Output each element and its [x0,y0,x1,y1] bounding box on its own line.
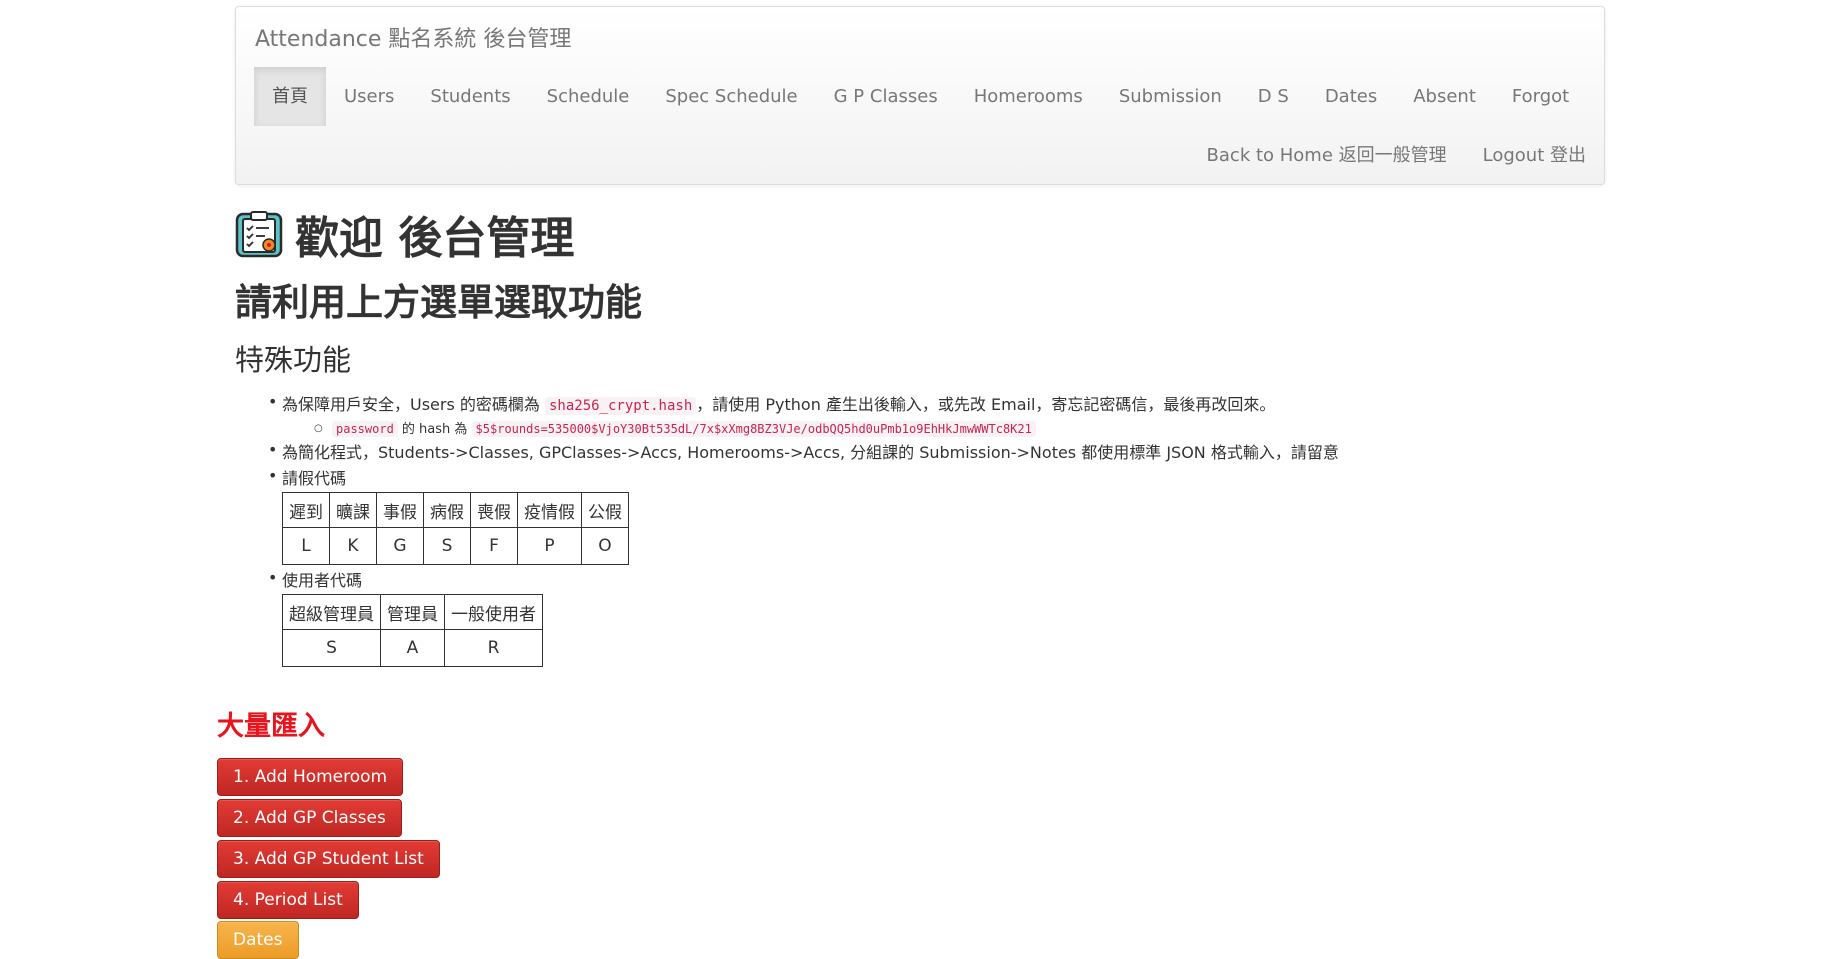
table-header-cell: 病假 [423,492,471,528]
table-row: 遲到 曠課 事假 病假 喪假 疫情假 公假 [282,492,629,528]
nav-item-schedule[interactable]: Schedule [529,67,648,126]
table-header-cell: 超級管理員 [282,594,381,630]
table-cell: G [376,527,424,565]
navbar: Attendance 點名系統 後台管理 首頁 Users Students S… [235,6,1605,185]
table-cell: A [380,629,445,667]
page-subtitle: 請利用上方選單選取功能 [235,281,642,324]
feature-list: 為保障用戶安全，Users 的密碼欄為 sha256_crypt.hash，請使… [268,392,1339,670]
bulk-import-heading: 大量匯入 [217,711,325,742]
hash-value-code: $5$rounds=535000$VjoY30Bt535dL/7x$xXmg8B… [471,421,1036,437]
hash-function-code: sha256_crypt.hash [544,397,697,415]
password-note-text-2: ，請使用 Python 產生出後輸入，或先改 Email，寄忘記密碼信，最後再改… [696,395,1276,414]
password-note-text: 為保障用戶安全，Users 的密碼欄為 [282,395,545,414]
dates-button[interactable]: Dates [217,921,299,959]
navbar-brand[interactable]: Attendance 點名系統 後台管理 [255,21,571,53]
nav-item-ds[interactable]: D S [1240,67,1307,126]
nav-menu: 首頁 Users Students Schedule Spec Schedule… [254,67,1587,126]
user-codes-table: 超級管理員 管理員 一般使用者 S A R [282,594,543,667]
list-item: 使用者代碼 超級管理員 管理員 一般使用者 S A R [268,568,1339,667]
nav-right-menu: Back to Home 返回一般管理 Logout 登出 [1189,129,1604,183]
table-cell: S [282,629,381,667]
hash-example: password 的 hash 為 $5$rounds=535000$VjoY3… [314,418,1389,440]
nav-item-users[interactable]: Users [326,67,412,126]
list-item: 為簡化程式，Students->Classes, GPClasses->Accs… [268,440,1339,466]
add-gp-student-list-button[interactable]: 3. Add GP Student List [217,840,440,878]
special-features-heading: 特殊功能 [235,343,352,377]
nav-item-gp-classes[interactable]: G P Classes [816,67,956,126]
nav-item-homerooms[interactable]: Homerooms [956,67,1101,126]
nav-item-back-home[interactable]: Back to Home 返回一般管理 [1189,129,1465,183]
nav-item-forgot[interactable]: Forgot [1494,67,1587,126]
table-header-cell: 一般使用者 [444,594,543,630]
period-list-button[interactable]: 4. Period List [217,881,359,919]
table-cell: R [444,629,543,667]
json-note: 為簡化程式，Students->Classes, GPClasses->Accs… [282,443,1339,462]
page-title: 歡迎 後台管理 [295,213,575,264]
user-codes-label: 使用者代碼 [282,571,363,590]
nav-item-dates[interactable]: Dates [1307,67,1395,126]
table-row: S A R [282,629,543,667]
clipboard-icon [235,211,283,258]
table-row: L K G S F P O [282,527,629,565]
page: Attendance 點名系統 後台管理 首頁 Users Students S… [0,0,1836,959]
list-item: 請假代碼 遲到 曠課 事假 病假 喪假 疫情假 公假 L K G S F [268,466,1339,565]
hash-example-text: 的 hash 為 [397,422,472,437]
leave-codes-table: 遲到 曠課 事假 病假 喪假 疫情假 公假 L K G S F P O [282,492,629,565]
table-cell: K [329,527,377,565]
table-cell: F [470,527,518,565]
table-header-cell: 遲到 [282,492,330,528]
nav-item-submission[interactable]: Submission [1101,67,1240,126]
page-heading: 歡迎 後台管理 [235,202,574,266]
table-row: 超級管理員 管理員 一般使用者 [282,594,543,630]
nav-item-students[interactable]: Students [412,67,528,126]
nav-item-spec-schedule[interactable]: Spec Schedule [647,67,815,126]
nav-item-home[interactable]: 首頁 [254,67,326,126]
table-header-cell: 事假 [376,492,424,528]
table-header-cell: 管理員 [380,594,445,630]
table-cell: O [581,527,629,565]
table-cell: P [517,527,582,565]
table-cell: S [423,527,471,565]
table-header-cell: 疫情假 [517,492,582,528]
password-code: password [332,421,398,437]
table-header-cell: 曠課 [329,492,377,528]
table-cell: L [282,527,330,565]
add-homeroom-button[interactable]: 1. Add Homeroom [217,758,404,796]
list-item: 為保障用戶安全，Users 的密碼欄為 sha256_crypt.hash，請使… [268,392,1339,440]
leave-codes-label: 請假代碼 [282,469,347,488]
nav-item-logout[interactable]: Logout 登出 [1465,129,1604,183]
password-note: 為保障用戶安全，Users 的密碼欄為 sha256_crypt.hash，請使… [282,392,1339,418]
add-gp-classes-button[interactable]: 2. Add GP Classes [217,799,402,837]
table-header-cell: 公假 [581,492,629,528]
nav-item-absent[interactable]: Absent [1395,67,1494,126]
table-header-cell: 喪假 [470,492,518,528]
